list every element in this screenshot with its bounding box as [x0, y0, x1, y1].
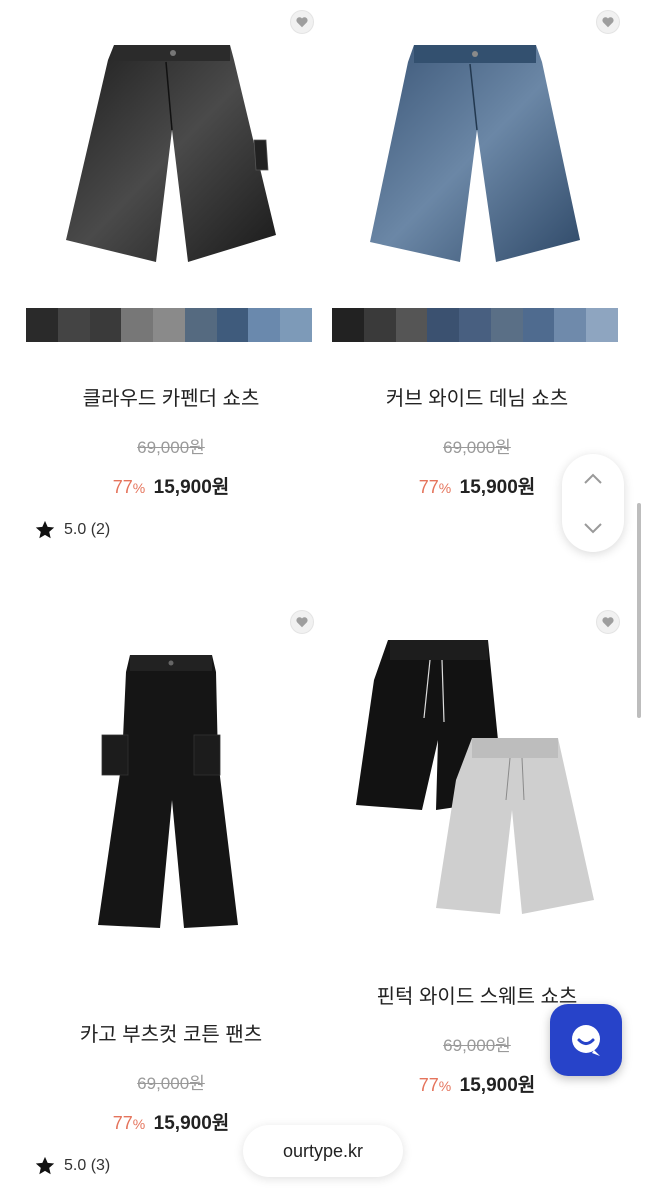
discount-rate: 77%	[113, 1113, 145, 1133]
rating-text: 5.0 (3)	[64, 1157, 111, 1174]
discount-rate: 77%	[113, 477, 145, 497]
color-swatch[interactable]	[554, 308, 587, 342]
discount-unit: %	[438, 1078, 452, 1094]
wishlist-heart-icon[interactable]	[290, 10, 314, 34]
wishlist-heart-icon[interactable]	[596, 10, 620, 34]
product-name[interactable]: 커브 와이드 데님 쇼츠	[332, 382, 622, 411]
wishlist-heart-icon[interactable]	[596, 610, 620, 634]
original-price: 69,000원	[137, 1074, 205, 1093]
blue-denim-shorts-image	[370, 45, 580, 262]
color-swatch[interactable]	[395, 308, 428, 342]
product-name[interactable]: 카고 부츠컷 코튼 팬츠	[26, 1018, 316, 1047]
price-row: 77% 15,900원	[26, 472, 316, 499]
color-swatch[interactable]	[280, 308, 313, 342]
color-swatch[interactable]	[522, 308, 555, 342]
product-image[interactable]	[332, 0, 622, 300]
discount-unit: %	[438, 480, 452, 496]
discount-number: 77	[418, 477, 439, 497]
sale-price: 15,900원	[153, 1113, 230, 1134]
black-denim-shorts-image	[66, 45, 276, 262]
product-card[interactable]: 클라우드 카펜더 쇼츠 69,000원 77% 15,900원 5.0 (2)	[26, 0, 316, 541]
color-swatch[interactable]	[153, 308, 185, 342]
chevron-up-icon[interactable]	[583, 473, 603, 485]
discount-number: 77	[112, 477, 133, 497]
product-card[interactable]: 카고 부츠컷 코튼 팬츠 69,000원 77% 15,900원 5.0 (3)	[26, 600, 316, 1177]
color-swatch[interactable]	[332, 308, 364, 342]
discount-rate: 77%	[419, 1075, 451, 1095]
sale-price: 15,900원	[459, 1075, 536, 1096]
color-swatch[interactable]	[248, 308, 281, 342]
scrollbar[interactable]	[637, 503, 641, 718]
discount-rate: 77%	[419, 477, 451, 497]
product-card[interactable]: 커브 와이드 데님 쇼츠 69,000원 77% 15,900원	[332, 0, 622, 499]
product-image[interactable]	[332, 600, 622, 938]
discount-unit: %	[132, 1116, 146, 1132]
product-image[interactable]	[26, 600, 316, 938]
black-cargo-pants-image	[98, 655, 238, 928]
scroll-nav	[562, 454, 624, 552]
color-swatch[interactable]	[586, 308, 619, 342]
color-swatches[interactable]	[332, 308, 619, 342]
site-url-pill[interactable]: ourtype.kr	[243, 1125, 403, 1177]
sale-price: 15,900원	[459, 477, 536, 498]
color-swatch[interactable]	[490, 308, 523, 342]
color-swatch[interactable]	[57, 308, 90, 342]
discount-unit: %	[132, 480, 146, 496]
color-swatch[interactable]	[26, 308, 58, 342]
chevron-down-icon[interactable]	[583, 522, 603, 534]
original-price: 69,000원	[137, 438, 205, 457]
sweat-shorts-image	[356, 640, 594, 914]
product-image[interactable]	[26, 0, 316, 300]
color-swatch[interactable]	[184, 308, 217, 342]
rating-text: 5.0 (2)	[64, 521, 111, 538]
color-swatch[interactable]	[363, 308, 396, 342]
color-swatch[interactable]	[459, 308, 491, 342]
chat-icon	[572, 1025, 600, 1056]
rating: 5.0 (2)	[34, 519, 316, 541]
color-swatch[interactable]	[121, 308, 154, 342]
discount-number: 77	[112, 1113, 133, 1133]
chat-button[interactable]	[550, 1004, 622, 1076]
color-swatch[interactable]	[216, 308, 249, 342]
color-swatch[interactable]	[427, 308, 460, 342]
star-icon	[35, 1156, 55, 1175]
color-swatch[interactable]	[89, 308, 122, 342]
original-price: 69,000원	[443, 438, 511, 457]
color-swatches[interactable]	[26, 308, 313, 342]
wishlist-heart-icon[interactable]	[290, 610, 314, 634]
star-icon	[35, 520, 55, 539]
discount-number: 77	[418, 1075, 439, 1095]
product-name[interactable]: 클라우드 카펜더 쇼츠	[26, 382, 316, 411]
sale-price: 15,900원	[153, 477, 230, 498]
